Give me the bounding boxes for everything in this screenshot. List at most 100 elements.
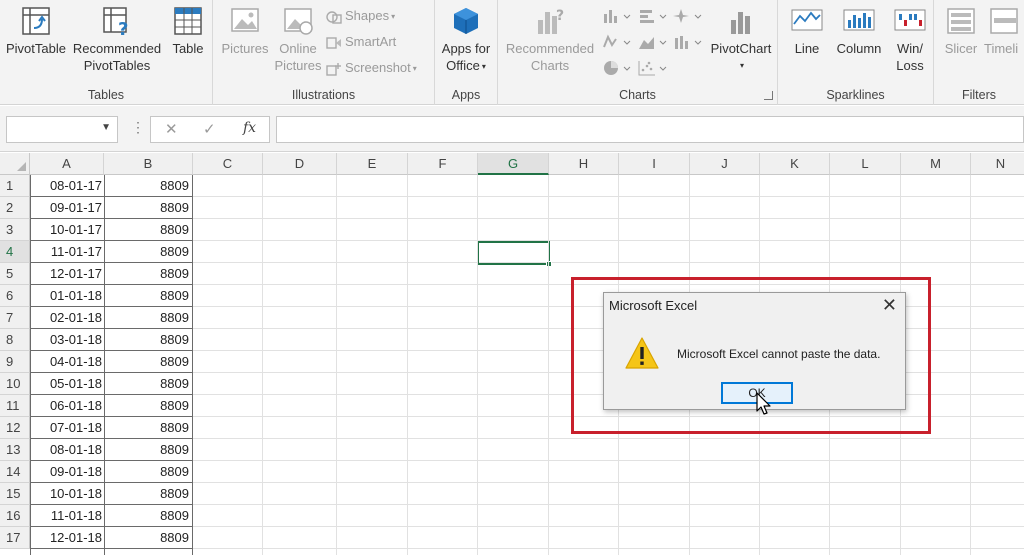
row-header-4[interactable]: 4 — [0, 241, 30, 263]
cell-b7[interactable]: 8809 — [104, 307, 192, 329]
cell-b17[interactable]: 8809 — [104, 527, 192, 549]
sparkline-winloss-button[interactable]: Win/ Loss — [888, 6, 932, 74]
column-header-i[interactable]: I — [619, 153, 690, 175]
cell-b16[interactable]: 8809 — [104, 505, 192, 527]
row-header-12[interactable]: 12 — [0, 417, 30, 439]
cell-b8[interactable]: 8809 — [104, 329, 192, 351]
cell-a6[interactable]: 01-01-18 — [30, 285, 104, 307]
insert-function-icon[interactable]: fx — [243, 120, 256, 136]
column-header-l[interactable]: L — [830, 153, 901, 175]
table-button[interactable]: Table — [166, 6, 210, 57]
name-box[interactable]: ▼ — [6, 116, 118, 143]
cell-b5[interactable]: 8809 — [104, 263, 192, 285]
column-header-c[interactable]: C — [193, 153, 263, 175]
formula-bar-grip-icon[interactable]: ⋮ — [131, 119, 145, 136]
area-chart-icon[interactable] — [638, 34, 668, 50]
row-header-1[interactable]: 1 — [0, 175, 30, 197]
cell-a9[interactable]: 04-01-18 — [30, 351, 104, 373]
row-header-10[interactable]: 10 — [0, 373, 30, 395]
active-cell-g4[interactable] — [477, 241, 552, 267]
sparkline-column-button[interactable]: Column — [830, 6, 888, 57]
pictures-button[interactable]: Pictures — [219, 6, 271, 57]
charts-dialog-launcher-icon[interactable] — [764, 91, 773, 100]
column-chart-icon[interactable] — [602, 8, 632, 24]
smartart-button[interactable]: SmartArt — [326, 32, 396, 52]
cell-a1[interactable]: 08-01-17 — [30, 175, 104, 197]
row-header-5[interactable]: 5 — [0, 263, 30, 285]
online-pictures-button[interactable]: Online Pictures — [273, 6, 323, 74]
cell-b2[interactable]: 8809 — [104, 197, 192, 219]
row-header-11[interactable]: 11 — [0, 395, 30, 417]
cell-b4[interactable]: 8809 — [104, 241, 192, 263]
row-header-15[interactable]: 15 — [0, 483, 30, 505]
cell-a8[interactable]: 03-01-18 — [30, 329, 104, 351]
slicer-button[interactable]: Slicer — [940, 6, 982, 57]
column-header-e[interactable]: E — [337, 153, 408, 175]
row-header-17[interactable]: 17 — [0, 527, 30, 549]
column-header-k[interactable]: K — [760, 153, 830, 175]
column-header-h[interactable]: H — [549, 153, 619, 175]
cell-b3[interactable]: 8809 — [104, 219, 192, 241]
screenshot-button[interactable]: Screenshot ▾ — [326, 58, 417, 78]
column-header-g[interactable]: G — [478, 153, 549, 175]
cell-a2[interactable]: 09-01-17 — [30, 197, 104, 219]
cell-b10[interactable]: 8809 — [104, 373, 192, 395]
statistic-chart-icon[interactable] — [673, 34, 703, 50]
pie-chart-icon[interactable] — [602, 60, 632, 76]
column-header-f[interactable]: F — [408, 153, 478, 175]
cell-a10[interactable]: 05-01-18 — [30, 373, 104, 395]
cell-b1[interactable]: 8809 — [104, 175, 192, 197]
cell-a17[interactable]: 12-01-18 — [30, 527, 104, 549]
pivottable-button[interactable]: PivotTable — [4, 6, 68, 57]
column-header-n[interactable]: N — [971, 153, 1024, 175]
row-header-6[interactable]: 6 — [0, 285, 30, 307]
row-header-2[interactable]: 2 — [0, 197, 30, 219]
cell-a3[interactable]: 10-01-17 — [30, 219, 104, 241]
cell-a16[interactable]: 11-01-18 — [30, 505, 104, 527]
recommended-charts-button[interactable]: ? Recommended Charts — [502, 6, 598, 74]
column-header-a[interactable]: A — [30, 153, 104, 175]
sparkline-line-button[interactable]: Line — [786, 6, 828, 57]
dialog-close-icon[interactable]: ✕ — [882, 295, 897, 316]
recommended-pivottables-button[interactable]: ? Recommended PivotTables — [70, 6, 164, 74]
row-header-8[interactable]: 8 — [0, 329, 30, 351]
row-header-14[interactable]: 14 — [0, 461, 30, 483]
cell-a7[interactable]: 02-01-18 — [30, 307, 104, 329]
hierarchy-chart-icon[interactable] — [673, 8, 703, 24]
shapes-button[interactable]: Shapes ▾ — [326, 6, 395, 26]
cell-a12[interactable]: 07-01-18 — [30, 417, 104, 439]
row-header-3[interactable]: 3 — [0, 219, 30, 241]
cell-b9[interactable]: 8809 — [104, 351, 192, 373]
row-header-13[interactable]: 13 — [0, 439, 30, 461]
timeline-button[interactable]: Timeli — [984, 6, 1024, 57]
cell-b6[interactable]: 8809 — [104, 285, 192, 307]
row-header-7[interactable]: 7 — [0, 307, 30, 329]
row-header-16[interactable]: 16 — [0, 505, 30, 527]
column-header-m[interactable]: M — [901, 153, 971, 175]
column-header-d[interactable]: D — [263, 153, 337, 175]
cell-b12[interactable]: 8809 — [104, 417, 192, 439]
row-header-9[interactable]: 9 — [0, 351, 30, 373]
cell-b14[interactable]: 8809 — [104, 461, 192, 483]
cell-a4[interactable]: 11-01-17 — [30, 241, 104, 263]
cell-b13[interactable]: 8809 — [104, 439, 192, 461]
name-box-dropdown-icon[interactable]: ▼ — [101, 122, 111, 133]
formula-input[interactable] — [276, 116, 1024, 143]
cell-a14[interactable]: 09-01-18 — [30, 461, 104, 483]
cell-a11[interactable]: 06-01-18 — [30, 395, 104, 417]
cell-a5[interactable]: 12-01-17 — [30, 263, 104, 285]
enter-icon[interactable]: ✓ — [203, 120, 216, 138]
column-header-b[interactable]: B — [104, 153, 193, 175]
cell-a15[interactable]: 10-01-18 — [30, 483, 104, 505]
apps-for-office-button[interactable]: Apps for Office ▾ — [437, 6, 495, 75]
scatter-chart-icon[interactable] — [638, 60, 668, 76]
waterfall-chart-icon[interactable] — [602, 34, 632, 50]
select-all-button[interactable] — [0, 153, 30, 175]
bar-chart-icon[interactable] — [638, 8, 668, 24]
column-header-j[interactable]: J — [690, 153, 760, 175]
cell-b15[interactable]: 8809 — [104, 483, 192, 505]
pivotchart-button[interactable]: PivotChart ▾ — [706, 6, 776, 74]
fill-handle[interactable] — [546, 261, 552, 267]
cell-b11[interactable]: 8809 — [104, 395, 192, 417]
cancel-icon[interactable]: ✕ — [165, 120, 178, 138]
